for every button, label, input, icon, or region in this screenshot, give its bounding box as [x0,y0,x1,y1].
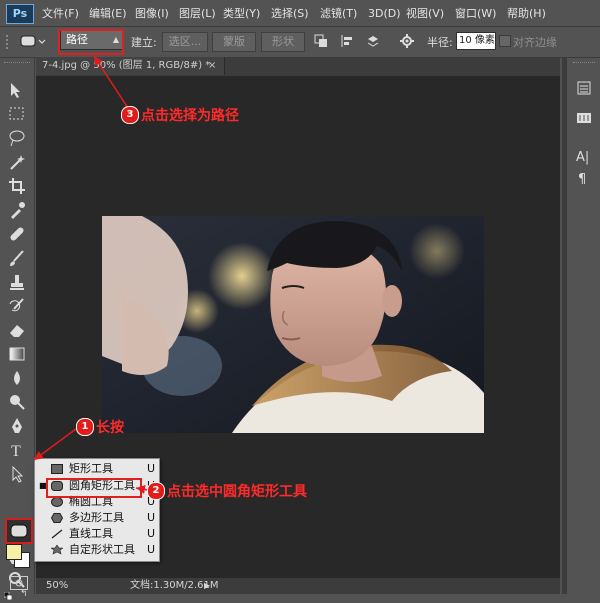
annotation-text-2: 点击选中圆角矩形工具 [167,484,307,500]
annotation-number-3: 3 [121,106,139,124]
annotation-text-1: 长按 [96,420,124,436]
annotation-arrow-1 [33,425,81,461]
annotation-arrow-3 [93,55,129,109]
annotation-text-3: 点击选择为路径 [141,108,239,124]
annotation-arrows [33,55,149,494]
foreground-color-front[interactable] [6,544,22,560]
annotation-number-1: 1 [76,418,94,436]
annotation-number-2: 2 [147,482,165,500]
